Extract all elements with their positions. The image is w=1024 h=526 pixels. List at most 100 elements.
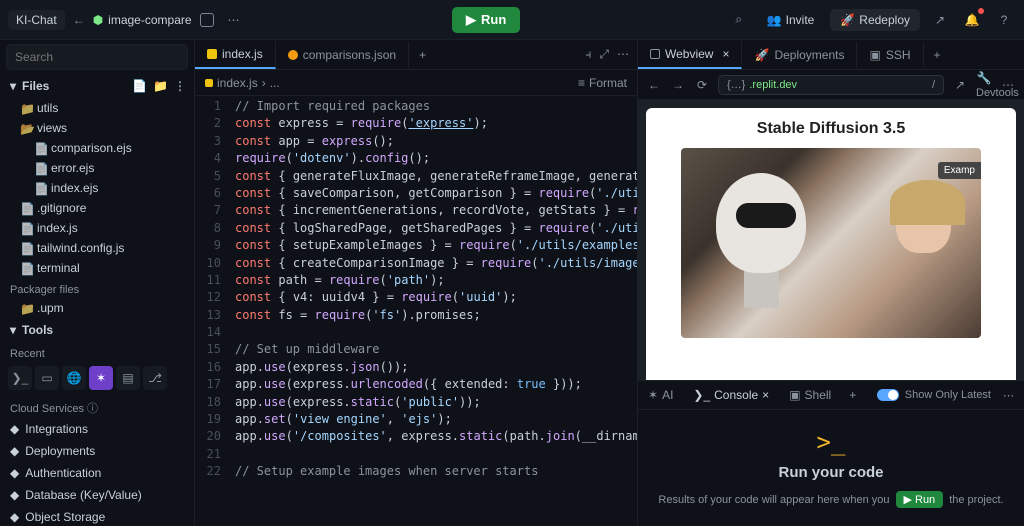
more-icon[interactable]: ⋮ <box>174 79 186 93</box>
cloud-item[interactable]: ◆Deployments <box>0 440 194 462</box>
tab-index-js[interactable]: index.js <box>195 41 276 69</box>
file-tree: 📁utils📂views📄comparison.ejs📄error.ejs📄in… <box>0 98 194 278</box>
more-icon[interactable]: ⋯ <box>1000 78 1016 92</box>
kichat-badge[interactable]: KI-Chat <box>8 10 65 30</box>
example-chip[interactable]: Examp <box>938 162 981 179</box>
tab-ssh[interactable]: ▣SSH <box>857 42 923 68</box>
more-icon[interactable]: ⋯ <box>222 8 246 32</box>
redeploy-button[interactable]: 🚀Redeploy <box>830 9 920 31</box>
show-only-latest[interactable]: Show Only Latest ⋯ <box>867 389 1024 402</box>
invite-button[interactable]: 👥Invite <box>759 9 823 31</box>
cloud-item[interactable]: ◆Authentication <box>0 462 194 484</box>
code-body[interactable]: // Import required packagesconst express… <box>229 96 637 526</box>
close-icon[interactable]: × <box>762 388 769 402</box>
tree-item[interactable]: 📄error.ejs <box>0 158 194 178</box>
tools-header[interactable]: ▾ Tools <box>0 318 194 342</box>
search-input[interactable] <box>6 44 188 70</box>
crumb-file[interactable]: index.js <box>217 76 258 90</box>
new-tab-button[interactable]: + <box>409 44 436 66</box>
more-icon[interactable]: ⋯ <box>1003 389 1014 402</box>
more-icon[interactable]: ⋯ <box>617 47 629 62</box>
new-tab-button[interactable]: + <box>924 44 951 66</box>
robot-figure <box>716 173 836 313</box>
tree-item[interactable]: 📂views <box>0 118 194 138</box>
inline-run-button[interactable]: ▶ Run <box>896 491 944 508</box>
run-button[interactable]: ▶ Run <box>452 7 520 33</box>
new-folder-icon[interactable]: 📁 <box>153 79 168 93</box>
nav-fwd-icon[interactable]: → <box>670 78 686 92</box>
search-wrap <box>6 44 188 70</box>
tab-webview[interactable]: Webview × <box>638 41 742 69</box>
chevron-down-icon: ▾ <box>8 323 18 337</box>
info-icon[interactable]: ⓘ <box>87 403 98 415</box>
url-bar[interactable]: {…}.replit.dev / <box>718 75 944 95</box>
cloud-label: Cloud Services ⓘ <box>0 394 194 418</box>
list-item[interactable]: 📁.upm <box>0 298 194 318</box>
sidebar: ▾ Files 📄 📁 ⋮ 📁utils📂views📄comparison.ej… <box>0 40 195 526</box>
format-button[interactable]: ≡ Format <box>578 76 627 90</box>
window-icon <box>650 49 660 59</box>
layout-icon[interactable] <box>200 13 214 27</box>
bell-icon[interactable]: 🔔 <box>960 8 984 32</box>
help-icon[interactable]: ? <box>992 8 1016 32</box>
person-icon: 👥 <box>767 13 782 27</box>
tool-ai-icon[interactable]: ✶ <box>89 366 113 390</box>
js-icon <box>205 79 213 87</box>
nav-back-icon[interactable]: ← <box>646 78 662 92</box>
service-icon: ◆ <box>10 510 19 524</box>
toggle-switch[interactable] <box>877 389 899 401</box>
app-name[interactable]: ⬢ image-compare <box>93 13 192 27</box>
nav-reload-icon[interactable]: ⟳ <box>694 78 710 92</box>
expand-icon[interactable]: ⤢ <box>599 47 609 62</box>
search-icon[interactable]: ⌕ <box>727 8 751 32</box>
rocket-icon: 🚀 <box>754 48 769 62</box>
split-icon[interactable]: ⫞ <box>585 47 591 62</box>
browser-bar: ← → ⟳ {…}.replit.dev / ↗ 🔧 Devtools ⋯ <box>638 70 1024 100</box>
file-icon: 📄 <box>20 262 32 274</box>
file-icon: 📄 <box>20 242 32 254</box>
webview-preview[interactable]: Stable Diffusion 3.5 Examp <box>638 100 1024 380</box>
editor-tabs: index.js comparisons.json + ⫞ ⤢ ⋯ <box>195 40 637 70</box>
tool-git-icon[interactable]: ⎇ <box>143 366 167 390</box>
files-header[interactable]: ▾ Files 📄 📁 ⋮ <box>0 74 194 98</box>
tree-item[interactable]: 📄terminal <box>0 258 194 278</box>
tab-shell[interactable]: ▣ Shell <box>779 382 841 408</box>
folder-icon: 📁 <box>20 102 32 114</box>
tree-item[interactable]: 📄index.js <box>0 218 194 238</box>
tree-item[interactable]: 📄.gitignore <box>0 198 194 218</box>
new-file-icon[interactable]: 📄 <box>132 79 147 93</box>
close-icon[interactable]: × <box>722 47 729 61</box>
service-icon: ◆ <box>10 488 19 502</box>
file-icon: 📄 <box>34 182 46 194</box>
tool-globe-icon[interactable]: 🌐 <box>62 366 86 390</box>
file-icon: 📄 <box>34 142 46 154</box>
crumb-rest[interactable]: ... <box>270 76 280 90</box>
tab-ai[interactable]: ✶ AI <box>638 382 683 408</box>
tab-comparisons-json[interactable]: comparisons.json <box>276 42 409 68</box>
tree-item[interactable]: 📄comparison.ejs <box>0 138 194 158</box>
preview-image: Examp <box>681 148 981 338</box>
code-editor[interactable]: 12345678910111213141516171819202122 // I… <box>195 96 637 526</box>
cloud-item[interactable]: ◆Integrations <box>0 418 194 440</box>
tab-console[interactable]: ❯_ Console × <box>683 382 779 408</box>
tree-item[interactable]: 📄tailwind.config.js <box>0 238 194 258</box>
tool-preview-icon[interactable]: ▭ <box>35 366 59 390</box>
cloud-item[interactable]: ◆Database (Key/Value) <box>0 484 194 506</box>
open-icon[interactable]: ↗ <box>928 8 952 32</box>
tool-grid: ❯_ ▭ 🌐 ✶ ▤ ⎇ <box>0 362 194 394</box>
packager-header[interactable]: Packager files <box>0 278 194 298</box>
tool-shell-icon[interactable]: ❯_ <box>8 366 32 390</box>
file-icon: 📄 <box>20 222 32 234</box>
editor-pane: index.js comparisons.json + ⫞ ⤢ ⋯ index.… <box>195 40 638 526</box>
tool-db-icon[interactable]: ▤ <box>116 366 140 390</box>
cloud-item[interactable]: ◆Object Storage <box>0 506 194 526</box>
tree-item[interactable]: 📄index.ejs <box>0 178 194 198</box>
back-icon[interactable]: ← <box>73 13 85 27</box>
new-tab-button[interactable]: + <box>841 384 864 406</box>
open-external-icon[interactable]: ↗ <box>952 78 968 92</box>
tree-item[interactable]: 📁utils <box>0 98 194 118</box>
json-icon <box>288 50 298 60</box>
preview-title: Stable Diffusion 3.5 <box>757 120 905 138</box>
devtools-button[interactable]: 🔧 Devtools <box>976 71 992 99</box>
tab-deployments[interactable]: 🚀Deployments <box>742 42 857 68</box>
